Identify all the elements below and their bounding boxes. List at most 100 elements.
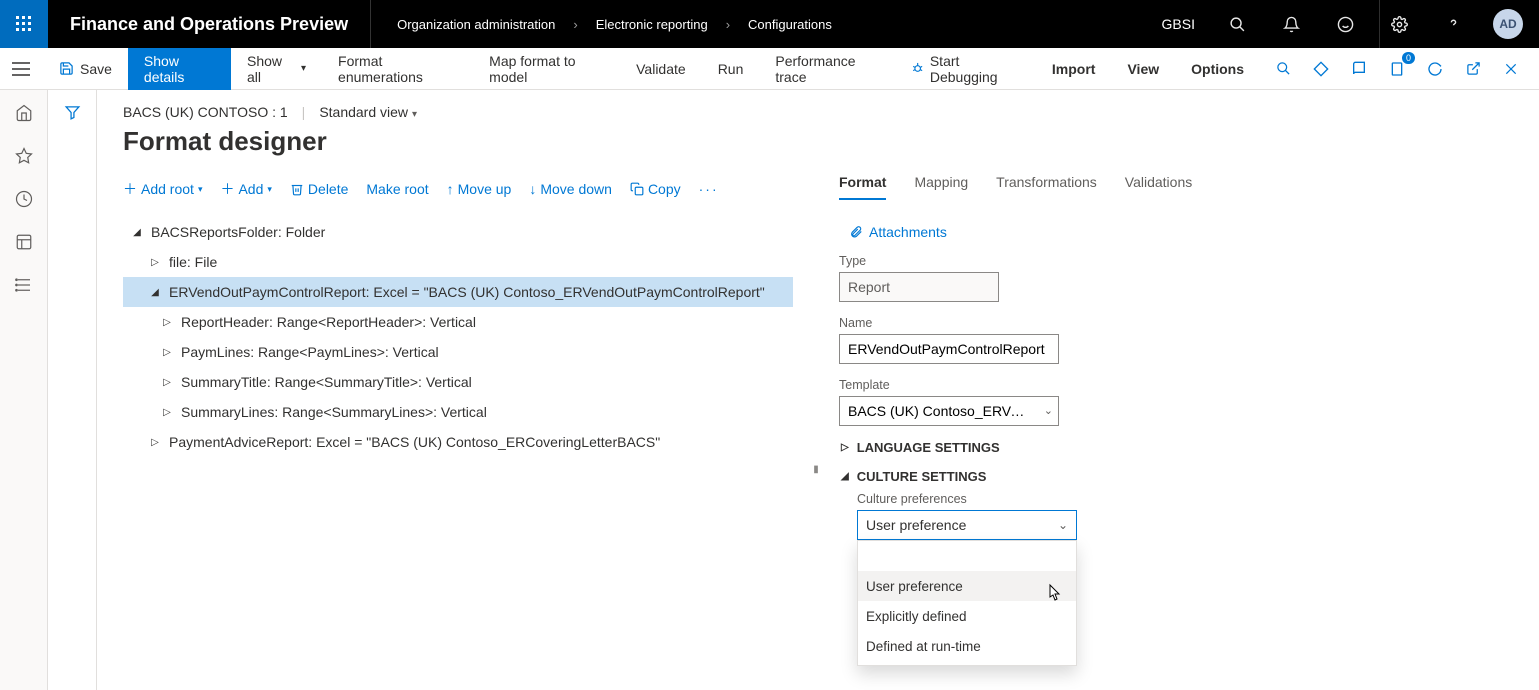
delete-label: Delete [308,181,348,197]
tree-node[interactable]: ▷ReportHeader: Range<ReportHeader>: Vert… [123,307,793,337]
notifications-button[interactable] [1271,0,1311,48]
performance-trace-button[interactable]: Performance trace [759,48,894,90]
nav-toggle-button[interactable] [0,48,43,90]
funnel-icon [64,104,81,121]
template-combo[interactable]: ⌄ [839,396,1059,426]
tree-node[interactable]: ▷SummaryTitle: Range<SummaryTitle>: Vert… [123,367,793,397]
dropdown-option-defined-at-runtime[interactable]: Defined at run-time [858,631,1076,661]
close-button[interactable] [1497,55,1525,83]
tree-node-label: ReportHeader: Range<ReportHeader>: Verti… [175,314,476,330]
rail-modules-button[interactable] [15,276,33,297]
import-menu[interactable]: Import [1036,48,1112,90]
twisty-collapsed-icon: ▷ [841,442,849,453]
plus-icon: ＋ [220,179,234,199]
twisty-collapsed-icon[interactable]: ▷ [159,347,175,358]
save-button[interactable]: Save [43,48,128,90]
make-root-button[interactable]: Make root [366,181,428,197]
tab-validations[interactable]: Validations [1125,174,1192,200]
open-new-window-button[interactable] [1459,55,1487,83]
add-button[interactable]: ＋Add▾ [220,179,271,199]
show-all-menu[interactable]: Show all▾ [231,48,322,90]
attachments-label: Attachments [869,224,947,240]
rail-home-button[interactable] [15,104,33,125]
rail-workspaces-button[interactable] [15,233,33,254]
filter-button[interactable] [64,104,81,690]
copy-label: Copy [648,181,681,197]
type-field[interactable] [839,272,999,302]
language-settings-header[interactable]: ▷LANGUAGE SETTINGS [841,440,1513,455]
app-launcher-button[interactable] [0,0,48,48]
copy-button[interactable]: Copy [630,181,681,197]
attachment-button[interactable] [1345,55,1373,83]
paperclip-icon [849,225,863,239]
add-root-button[interactable]: ＋Add root▾ [123,179,202,199]
culture-preferences-combo[interactable]: User preference ⌄ [857,510,1077,540]
tree-node[interactable]: ▷SummaryLines: Range<SummaryLines>: Vert… [123,397,793,427]
name-field[interactable] [839,334,1059,364]
tree-node-selected[interactable]: ◢ERVendOutPaymControlReport: Excel = "BA… [123,277,793,307]
tree-node[interactable]: ◢BACSReportsFolder: Folder [123,217,793,247]
trash-icon [290,182,304,196]
more-button[interactable]: ··· [699,181,719,197]
run-button[interactable]: Run [702,48,760,90]
feedback-button[interactable] [1325,0,1365,48]
twisty-collapsed-icon[interactable]: ▷ [159,377,175,388]
move-down-button[interactable]: ↓Move down [529,181,612,197]
tree-toolbar: ＋Add root▾ ＋Add▾ Delete Make root ↑Move … [123,179,793,199]
dropdown-option-explicitly-defined[interactable]: Explicitly defined [858,601,1076,631]
twisty-collapsed-icon[interactable]: ▷ [147,437,163,448]
related-info-button[interactable] [1307,55,1335,83]
search-button[interactable] [1217,0,1257,48]
book-icon [1351,61,1367,77]
options-menu[interactable]: Options [1175,48,1260,90]
culture-settings-header[interactable]: ◢CULTURE SETTINGS [841,469,1513,484]
company-code[interactable]: GBSI [1154,16,1203,32]
twisty-expanded-icon[interactable]: ◢ [147,287,163,298]
help-button[interactable] [1433,0,1473,48]
settings-button[interactable] [1379,0,1419,48]
refresh-button[interactable] [1421,55,1449,83]
twisty-collapsed-icon[interactable]: ▷ [159,317,175,328]
view-menu[interactable]: View [1111,48,1175,90]
twisty-collapsed-icon[interactable]: ▷ [159,407,175,418]
start-debugging-button[interactable]: Start Debugging [895,48,1036,90]
tab-transformations[interactable]: Transformations [996,174,1097,200]
bell-icon [1283,16,1300,33]
tree-node[interactable]: ▷PaymentAdviceReport: Excel = "BACS (UK)… [123,427,793,457]
dropdown-blank-option[interactable] [858,545,1076,571]
twisty-expanded-icon[interactable]: ◢ [129,227,145,238]
move-up-button[interactable]: ↑Move up [447,181,512,197]
tree-node[interactable]: ▷PaymLines: Range<PaymLines>: Vertical [123,337,793,367]
breadcrumb-item[interactable]: Configurations [748,17,832,32]
show-details-button[interactable]: Show details [128,48,231,90]
notification-count-button[interactable]: 0 [1383,55,1411,83]
format-enumerations-button[interactable]: Format enumerations [322,48,473,90]
view-name: Standard view [319,104,408,120]
tree-node[interactable]: ▷file: File [123,247,793,277]
rail-recent-button[interactable] [15,190,33,211]
format-tree-pane: BACS (UK) CONTOSO : 1 | Standard view▾ F… [123,104,793,690]
rail-favorites-button[interactable] [15,147,33,168]
tab-format[interactable]: Format [839,174,886,200]
properties-tabs: Format Mapping Transformations Validatio… [839,174,1513,200]
twisty-collapsed-icon[interactable]: ▷ [147,257,163,268]
delete-button[interactable]: Delete [290,181,348,197]
modules-icon [15,276,33,294]
validate-button[interactable]: Validate [620,48,702,90]
view-selector[interactable]: Standard view▾ [319,104,417,120]
attachments-link[interactable]: Attachments [849,224,1513,240]
search-command[interactable] [1260,48,1307,90]
tree-node-label: PaymentAdviceReport: Excel = "BACS (UK) … [163,434,660,450]
help-icon [1445,16,1462,33]
splitter-handle[interactable]: ▮ [813,104,819,690]
user-avatar[interactable]: AD [1493,9,1523,39]
template-field[interactable] [839,396,1059,426]
breadcrumb-item[interactable]: Organization administration [397,17,555,32]
dropdown-option-user-preference[interactable]: User preference [858,571,1076,601]
star-icon [15,147,33,165]
tab-mapping[interactable]: Mapping [914,174,968,200]
breadcrumb-item[interactable]: Electronic reporting [596,17,708,32]
map-format-to-model-button[interactable]: Map format to model [473,48,620,90]
name-label: Name [839,316,1513,330]
chevron-right-icon: › [573,17,577,32]
